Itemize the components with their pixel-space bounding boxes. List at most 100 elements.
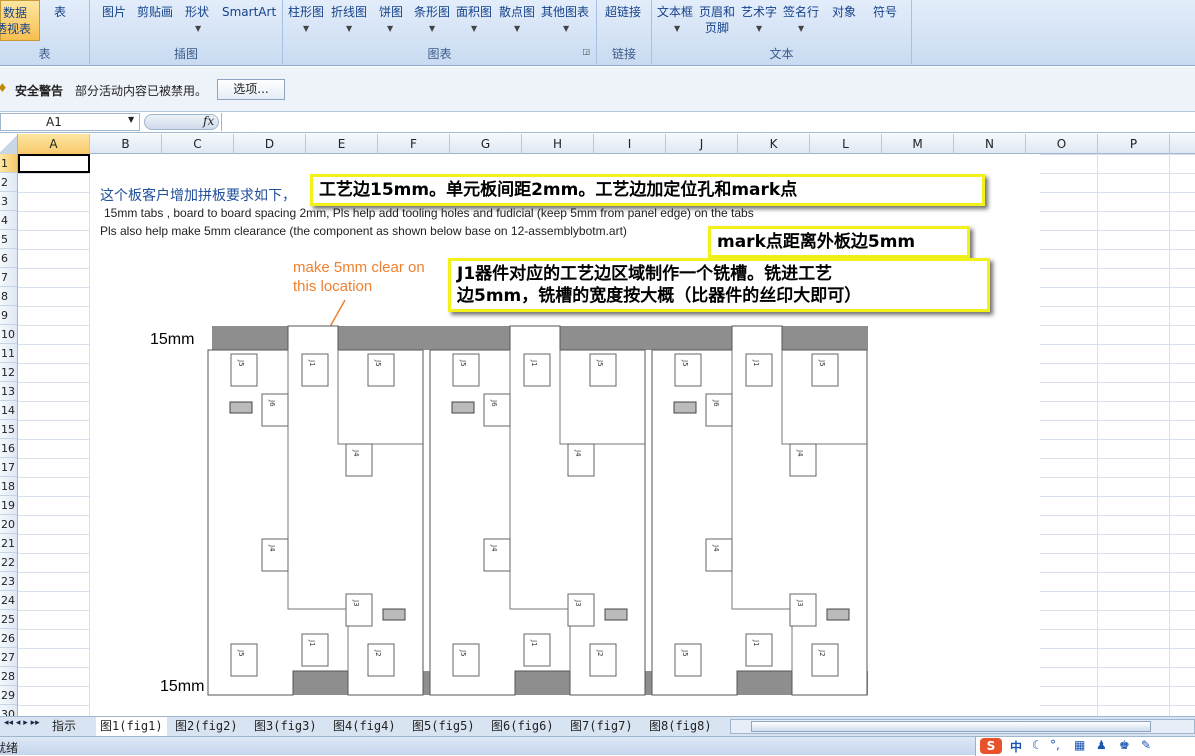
chevron-down-icon[interactable]: ▼	[128, 115, 134, 124]
sheet-tab-5[interactable]: 图5(fig5)	[412, 717, 475, 736]
row-header-5[interactable]: 5	[0, 230, 17, 249]
column-header-k[interactable]: K	[738, 134, 810, 154]
column-header-m[interactable]: M	[882, 134, 954, 154]
component-0-7	[301, 633, 329, 667]
signature-line-button[interactable]: 签名行	[783, 4, 819, 20]
bar-chart-button[interactable]: 条形图	[414, 4, 450, 20]
row-header-11[interactable]: 11	[0, 344, 17, 363]
dialog-launcher-icon[interactable]: ◲	[582, 47, 590, 56]
table-button[interactable]: 表	[54, 4, 66, 20]
row-header-10[interactable]: 10	[0, 325, 17, 344]
column-header-p[interactable]: P	[1098, 134, 1170, 154]
column-header-j[interactable]: J	[666, 134, 738, 154]
line-chart-button[interactable]: 折线图	[331, 4, 367, 20]
sheet-tab-2[interactable]: 图2(fig2)	[175, 717, 238, 736]
row-header-14[interactable]: 14	[0, 401, 17, 420]
row-header-13[interactable]: 13	[0, 382, 17, 401]
fiducial-0	[229, 401, 253, 414]
row-header-6[interactable]: 6	[0, 249, 17, 268]
sheet-tab-8[interactable]: 图8(fig8)	[649, 717, 712, 736]
column-header-g[interactable]: G	[450, 134, 522, 154]
formula-input[interactable]	[221, 113, 1195, 131]
area-chart-button[interactable]: 面积图	[456, 4, 492, 20]
wordart-button[interactable]: 艺术字	[741, 4, 777, 20]
row-header-7[interactable]: 7	[0, 268, 17, 287]
column-header-c[interactable]: C	[162, 134, 234, 154]
punctuation-icon[interactable]: °,	[1050, 738, 1060, 752]
select-all-corner[interactable]	[0, 134, 18, 154]
worksheet-grid[interactable]: 这个板客户增加拼板要求如下， 15mm tabs , board to boar…	[18, 154, 1195, 716]
row-header-9[interactable]: 9	[0, 306, 17, 325]
other-charts-button[interactable]: 其他图表	[541, 4, 589, 20]
sheet-tab-1[interactable]: 图1(fig1)	[96, 717, 167, 736]
row-header-27[interactable]: 27	[0, 648, 17, 667]
component-label-0-4: J4	[352, 449, 360, 457]
shapes-button[interactable]: 形状	[185, 4, 209, 20]
header-footer-button[interactable]: 页眉和 页脚	[699, 4, 735, 36]
column-header-n[interactable]: N	[954, 134, 1026, 154]
row-header-17[interactable]: 17	[0, 458, 17, 477]
skin-icon[interactable]: ♚	[1119, 738, 1130, 752]
sheet-tab-6[interactable]: 图6(fig6)	[491, 717, 554, 736]
column-header-b[interactable]: B	[90, 134, 162, 154]
row-header-1[interactable]: 1	[0, 154, 17, 173]
group-chart-label: 图表	[427, 47, 452, 61]
column-header-f[interactable]: F	[378, 134, 450, 154]
column-header-h[interactable]: H	[522, 134, 594, 154]
row-header-18[interactable]: 18	[0, 477, 17, 496]
column-header-l[interactable]: L	[810, 134, 882, 154]
row-header-21[interactable]: 21	[0, 534, 17, 553]
row-header-28[interactable]: 28	[0, 667, 17, 686]
object-button[interactable]: 对象	[832, 4, 856, 20]
row-header-25[interactable]: 25	[0, 610, 17, 629]
row-header-26[interactable]: 26	[0, 629, 17, 648]
moon-icon[interactable]: ☾	[1032, 738, 1043, 752]
column-chart-button[interactable]: 柱形图	[288, 4, 324, 20]
clipart-button[interactable]: 剪贴画	[137, 4, 173, 20]
row-header-19[interactable]: 19	[0, 496, 17, 515]
column-header-a[interactable]: A	[18, 134, 90, 154]
row-header-15[interactable]: 15	[0, 420, 17, 439]
column-header-o[interactable]: O	[1026, 134, 1098, 154]
row-header-12[interactable]: 12	[0, 363, 17, 382]
sogou-s-icon[interactable]: S	[980, 738, 1002, 754]
row-header-2[interactable]: 2	[0, 173, 17, 192]
tab-nav-arrows-icon[interactable]: ◂◂ ◂ ▸ ▸▸	[4, 718, 40, 728]
row-header-16[interactable]: 16	[0, 439, 17, 458]
fx-icon[interactable]: fx	[203, 114, 214, 128]
row-header-8[interactable]: 8	[0, 287, 17, 306]
row-header-24[interactable]: 24	[0, 591, 17, 610]
ime-mode[interactable]: 中	[1010, 738, 1022, 755]
sheet-tab-4[interactable]: 图4(fig4)	[333, 717, 396, 736]
user-icon[interactable]: ♟	[1096, 738, 1107, 752]
row-header-29[interactable]: 29	[0, 686, 17, 705]
tools-icon[interactable]: ✎	[1141, 738, 1151, 752]
name-box[interactable]: A1	[0, 113, 140, 131]
row-header-23[interactable]: 23	[0, 572, 17, 591]
row-header-22[interactable]: 22	[0, 553, 17, 572]
column-header-i[interactable]: I	[594, 134, 666, 154]
row-header-3[interactable]: 3	[0, 192, 17, 211]
scrollbar-thumb[interactable]	[751, 721, 1151, 732]
active-cell-a1[interactable]	[18, 154, 90, 173]
ime-toolbar[interactable]: S 中 ☾ °, ▦ ♟ ♚ ✎	[975, 737, 1195, 756]
symbol-button[interactable]: 符号	[873, 4, 897, 20]
row-header-30[interactable]: 30	[0, 705, 17, 716]
sheet-tab-3[interactable]: 图3(fig3)	[254, 717, 317, 736]
component-label-2-4: J4	[796, 449, 804, 457]
picture-button[interactable]: 图片	[102, 4, 126, 20]
textbox-button[interactable]: 文本框	[657, 4, 693, 20]
column-header-e[interactable]: E	[306, 134, 378, 154]
row-header-4[interactable]: 4	[0, 211, 17, 230]
smartart-button[interactable]: SmartArt	[222, 4, 276, 20]
options-button[interactable]: 选项...	[217, 79, 285, 100]
scatter-chart-button[interactable]: 散点图	[499, 4, 535, 20]
hyperlink-button[interactable]: 超链接	[605, 4, 641, 20]
column-header-d[interactable]: D	[234, 134, 306, 154]
keyboard-icon[interactable]: ▦	[1074, 738, 1085, 752]
horizontal-scrollbar[interactable]	[730, 719, 1195, 734]
pie-chart-button[interactable]: 饼图	[379, 4, 403, 20]
row-header-20[interactable]: 20	[0, 515, 17, 534]
sheet-tab-0[interactable]: 指示	[52, 717, 76, 736]
sheet-tab-7[interactable]: 图7(fig7)	[570, 717, 633, 736]
